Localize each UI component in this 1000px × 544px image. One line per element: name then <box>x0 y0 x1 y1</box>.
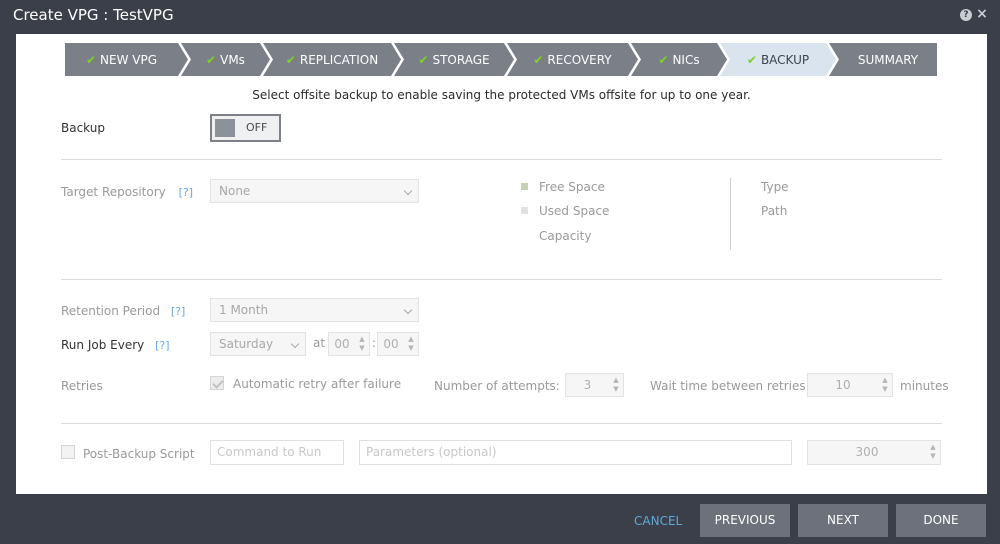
target-repository-label: Target Repository [?] <box>61 185 193 199</box>
wizard-step-vms[interactable]: ✔ VMs <box>181 43 270 76</box>
auto-retry-checkbox[interactable] <box>210 376 224 390</box>
wait-time-unit: minutes <box>900 379 949 393</box>
run-job-minute-spinner[interactable]: 00 ▲ ▼ <box>377 332 419 356</box>
spinner-arrows-icon[interactable]: ▲ ▼ <box>611 376 621 394</box>
spinner-arrows-icon[interactable]: ▲ ▼ <box>928 443 938 461</box>
chevron-down-icon <box>290 339 300 349</box>
toggle-state: OFF <box>246 121 268 134</box>
divider <box>61 159 942 160</box>
repository-path-label: Path <box>761 204 788 218</box>
step-label: BACKUP <box>760 52 810 67</box>
chevron-down-icon <box>403 186 413 196</box>
checkmark-icon: ✔ <box>746 52 757 67</box>
step-label: NICs <box>672 52 700 67</box>
repository-type-label: Type <box>761 180 789 194</box>
step-label: REPLICATION <box>299 52 379 67</box>
retention-period-help[interactable]: [?] <box>171 305 185 318</box>
wizard-step-storage[interactable]: ✔ STORAGE <box>394 43 514 76</box>
time-separator: : <box>372 336 377 350</box>
checkmark-icon: ✔ <box>658 52 669 67</box>
run-job-day-select[interactable]: Saturday <box>210 332 306 356</box>
wizard-step-backup[interactable]: ✔ BACKUP <box>720 43 836 76</box>
post-backup-checkbox[interactable] <box>61 445 75 459</box>
attempts-spinner[interactable]: 3 ▲ ▼ <box>565 373 624 397</box>
close-icon[interactable]: × <box>976 7 988 21</box>
retention-period-label: Retention Period [?] <box>61 304 186 318</box>
checkmark-icon: ✔ <box>206 52 217 67</box>
checkmark-icon: ✔ <box>85 52 97 67</box>
free-space-label: Free Space <box>539 180 605 194</box>
used-space-swatch <box>521 207 528 214</box>
checkmark-icon: ✔ <box>418 52 429 67</box>
wizard-step-summary[interactable]: SUMMARY <box>829 43 937 76</box>
free-space-swatch <box>521 183 528 190</box>
target-repository-select[interactable]: None <box>210 179 419 203</box>
parameters-input[interactable]: Parameters (optional) <box>359 440 792 465</box>
step-label: RECOVERY <box>547 52 612 67</box>
toggle-knob <box>215 119 235 137</box>
spinner-arrows-icon[interactable]: ▲ ▼ <box>406 335 416 353</box>
help-icon[interactable]: ? <box>960 9 972 21</box>
instruction-text: Select offsite backup to enable saving t… <box>252 88 751 102</box>
backup-label: Backup <box>61 121 105 135</box>
divider <box>61 279 942 280</box>
step-label: STORAGE <box>432 52 490 67</box>
backup-toggle[interactable]: OFF <box>210 114 281 142</box>
step-label: SUMMARY <box>857 52 919 67</box>
script-timeout-spinner[interactable]: 300 ▲ ▼ <box>807 440 941 465</box>
window-controls: ? × <box>960 7 988 21</box>
info-divider <box>730 178 731 250</box>
run-job-help[interactable]: [?] <box>155 339 169 352</box>
retention-period-select[interactable]: 1 Month <box>210 298 419 322</box>
step-label: NEW VPG <box>100 52 158 67</box>
attempts-label: Number of attempts: <box>434 379 560 393</box>
wizard-steps: ✔ NEW VPG ✔ VMs ✔ REPLICATION ✔ STORAGE … <box>65 43 937 76</box>
auto-retry-label: Automatic retry after failure <box>233 377 402 391</box>
step-label: VMs <box>220 52 245 67</box>
wait-time-label: Wait time between retries: <box>650 379 810 393</box>
target-repository-help[interactable]: [?] <box>179 186 193 199</box>
checkmark-icon: ✔ <box>285 52 296 67</box>
wizard-step-new-vpg[interactable]: ✔ NEW VPG <box>65 43 188 76</box>
at-label: at <box>313 336 326 350</box>
previous-button[interactable]: PREVIOUS <box>700 504 790 537</box>
next-button[interactable]: NEXT <box>798 504 888 537</box>
wizard-step-recovery[interactable]: ✔ RECOVERY <box>507 43 638 76</box>
chevron-down-icon <box>403 305 413 315</box>
wizard-step-nics[interactable]: ✔ NICs <box>631 43 727 76</box>
wizard-step-replication[interactable]: ✔ REPLICATION <box>263 43 401 76</box>
spinner-arrows-icon[interactable]: ▲ ▼ <box>357 335 367 353</box>
run-job-label: Run Job Every [?] <box>61 338 170 352</box>
retries-label: Retries <box>61 379 103 393</box>
cancel-button[interactable]: CANCEL <box>634 514 682 528</box>
capacity-label: Capacity <box>539 229 592 243</box>
done-button[interactable]: DONE <box>896 504 986 537</box>
divider <box>61 423 942 424</box>
spinner-arrows-icon[interactable]: ▲ ▼ <box>880 376 890 394</box>
checkmark-icon: ✔ <box>533 52 544 67</box>
command-input[interactable]: Command to Run <box>210 440 344 465</box>
wizard-panel: ✔ NEW VPG ✔ VMs ✔ REPLICATION ✔ STORAGE … <box>16 34 987 494</box>
post-backup-label: Post-Backup Script <box>83 447 195 461</box>
wait-time-spinner[interactable]: 10 ▲ ▼ <box>807 373 893 397</box>
used-space-label: Used Space <box>539 204 610 218</box>
window-titlebar: Create VPG : TestVPG ? × <box>0 0 1000 32</box>
window-title: Create VPG : TestVPG <box>13 6 174 24</box>
run-job-hour-spinner[interactable]: 00 ▲ ▼ <box>328 332 370 356</box>
